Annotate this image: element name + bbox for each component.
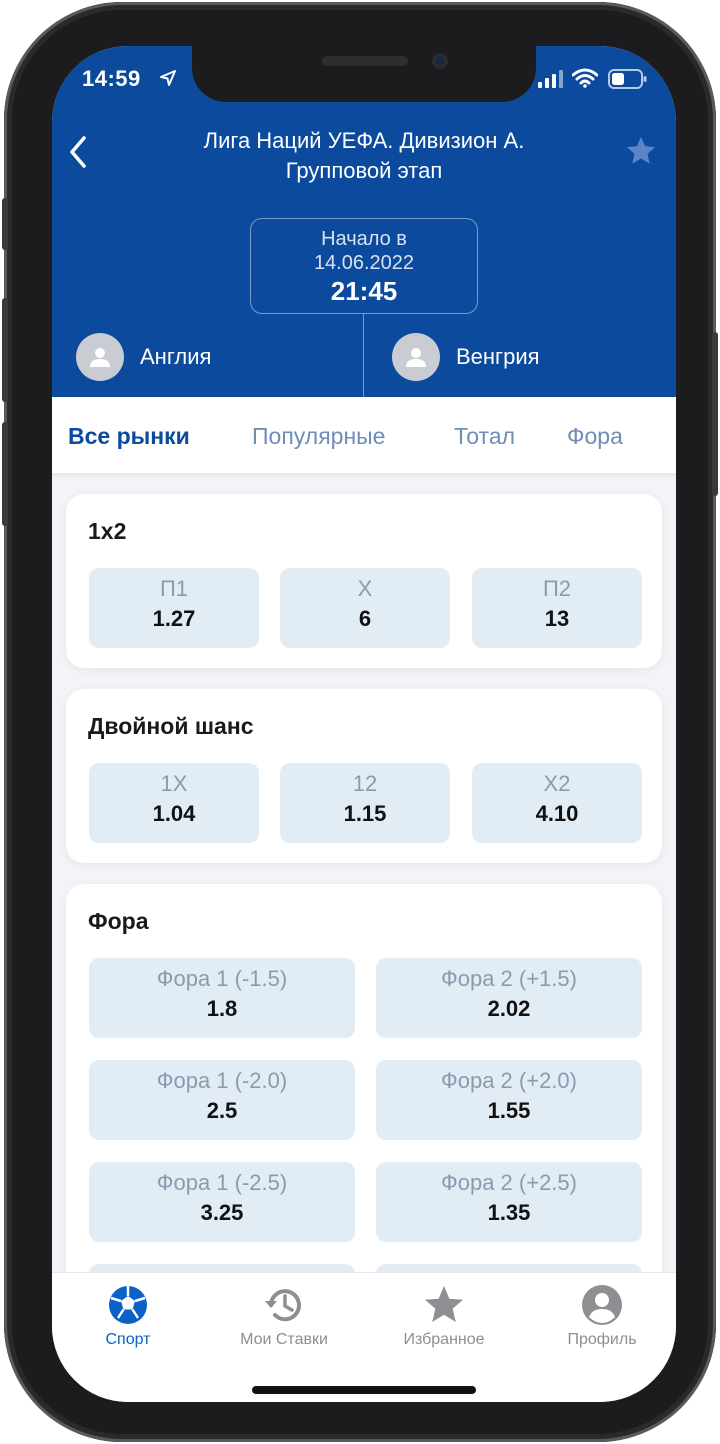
person-icon: [406, 348, 426, 367]
mute-switch: [2, 198, 8, 250]
odd-button-handicap1-m2-5[interactable]: Фора 1 (-2.5) 3.25: [89, 1162, 355, 1242]
odd-label: П1: [159, 576, 189, 601]
status-bar: 14:59: [52, 46, 676, 110]
odd-label: X2: [543, 771, 571, 796]
title-line-league: Лига Наций УЕФА. Дивизион А.: [203, 128, 525, 153]
bottom-navigation: Спорт Мои Ставки Избранное Профиль: [52, 1272, 676, 1402]
odd-value: 6: [358, 606, 372, 631]
page-title: Лига Наций УЕФА. Дивизион А. Групповой э…: [122, 126, 606, 186]
nav-item-profile[interactable]: Профиль: [532, 1283, 672, 1349]
tab-popular[interactable]: Популярные: [252, 423, 385, 450]
nav-label: Спорт: [105, 1331, 151, 1348]
tab-total[interactable]: Тотал: [454, 423, 515, 450]
market-card-handicap: Фора Фора 1 (-1.5) 1.8 Фора 2 (+1.5) 2.0…: [66, 884, 662, 1344]
nav-item-my-bets[interactable]: Мои Ставки: [214, 1283, 354, 1349]
star-icon: [425, 1286, 463, 1322]
odd-value: 2.02: [487, 996, 531, 1021]
nav-label: Избранное: [403, 1331, 485, 1348]
odd-button-1x[interactable]: 1X 1.04: [89, 763, 259, 843]
person-icon: [90, 348, 110, 367]
market-card-double-chance: Двойной шанс 1X 1.04 12 1.15 X2 4.10: [66, 689, 662, 863]
odd-label: Фора 2 (+2.0): [441, 1068, 577, 1093]
tab-all-markets[interactable]: Все рынки: [68, 423, 190, 450]
nav-item-favorites[interactable]: Избранное: [374, 1283, 514, 1349]
nav-item-sport[interactable]: Спорт: [58, 1283, 198, 1349]
nav-label: Профиль: [567, 1331, 637, 1348]
market-tabs: Все рынки Популярные Тотал Фора: [52, 397, 676, 473]
team-home-name: Англия: [140, 344, 212, 369]
odd-button-p2[interactable]: П2 13: [472, 568, 642, 648]
start-label: Начало в: [321, 228, 407, 250]
volume-up-button: [2, 298, 8, 402]
team-away-avatar: [392, 333, 440, 381]
odd-value: 1.35: [487, 1200, 531, 1225]
tab-handicap[interactable]: Фора: [567, 423, 623, 450]
odd-button-handicap2-p1-5[interactable]: Фора 2 (+1.5) 2.02: [376, 958, 642, 1038]
odd-button-12[interactable]: 12 1.15: [280, 763, 450, 843]
odd-button-x2[interactable]: X2 4.10: [472, 763, 642, 843]
odd-value: 2.5: [206, 1098, 238, 1123]
team-home-avatar: [76, 333, 124, 381]
odd-label: 12: [352, 771, 378, 796]
odd-value: 1.15: [343, 801, 387, 826]
cellular-signal-icon: [538, 70, 563, 88]
screen: 14:59 Лига Наций УЕФА. Дивизион А. Групп…: [52, 46, 676, 1402]
team-away-name: Венгрия: [456, 344, 540, 369]
odd-button-x[interactable]: X 6: [280, 568, 450, 648]
soccer-ball-icon: [109, 1286, 147, 1324]
odd-label: Фора 1 (-1.5): [156, 966, 288, 991]
location-arrow-icon: [160, 70, 176, 86]
odd-button-handicap2-p2-5[interactable]: Фора 2 (+2.5) 1.35: [376, 1162, 642, 1242]
home-indicator[interactable]: [252, 1386, 476, 1394]
odd-label: X: [357, 576, 373, 601]
start-date: 14.06.2022: [313, 252, 415, 274]
odd-value: 13: [544, 606, 570, 631]
odd-label: Фора 2 (+2.5): [441, 1170, 577, 1195]
nav-label: Мои Ставки: [240, 1331, 328, 1348]
volume-down-button: [2, 422, 8, 526]
phone-frame: 14:59 Лига Наций УЕФА. Дивизион А. Групп…: [2, 2, 718, 1442]
odd-label: Фора 2 (+1.5): [441, 966, 577, 991]
speaker-grille: [322, 56, 408, 66]
market-title: Двойной шанс: [88, 713, 254, 739]
odd-label: 1X: [160, 771, 188, 796]
wifi-icon: [572, 68, 598, 88]
power-button: [712, 332, 718, 496]
odd-label: П2: [542, 576, 572, 601]
odd-button-handicap1-m1-5[interactable]: Фора 1 (-1.5) 1.8: [89, 958, 355, 1038]
market-card-1x2: 1x2 П1 1.27 X 6 П2 13: [66, 494, 662, 668]
team-home: Англия: [76, 332, 211, 382]
market-title: Фора: [88, 908, 149, 934]
title-line-stage: Групповой этап: [285, 158, 443, 183]
odd-button-handicap1-m2-0[interactable]: Фора 1 (-2.0) 2.5: [89, 1060, 355, 1140]
favorite-star-icon[interactable]: [624, 134, 658, 168]
history-icon: [265, 1289, 301, 1322]
teams-divider: [363, 314, 364, 397]
odd-label: Фора 1 (-2.0): [156, 1068, 288, 1093]
profile-icon: [582, 1285, 622, 1325]
odd-button-handicap2-p2-0[interactable]: Фора 2 (+2.0) 1.55: [376, 1060, 642, 1140]
odd-value: 1.04: [152, 801, 196, 826]
notch: [192, 46, 536, 102]
start-time: 21:45: [330, 276, 398, 306]
front-camera: [432, 53, 448, 69]
odd-value: 3.25: [200, 1200, 244, 1225]
odd-value: 1.27: [152, 606, 196, 631]
battery-icon: [608, 69, 647, 89]
odd-value: 1.55: [487, 1098, 531, 1123]
odd-button-p1[interactable]: П1 1.27: [89, 568, 259, 648]
team-away: Венгрия: [392, 332, 540, 382]
match-header: 14:59 Лига Наций УЕФА. Дивизион А. Групп…: [52, 46, 676, 397]
odd-value: 4.10: [535, 801, 579, 826]
match-start-box: Начало в 14.06.2022 21:45: [250, 218, 478, 314]
back-chevron-icon[interactable]: [60, 132, 100, 172]
odd-label: Фора 1 (-2.5): [156, 1170, 288, 1195]
market-title: 1x2: [88, 518, 127, 544]
status-time: 14:59: [82, 66, 141, 91]
odd-value: 1.8: [206, 996, 238, 1021]
